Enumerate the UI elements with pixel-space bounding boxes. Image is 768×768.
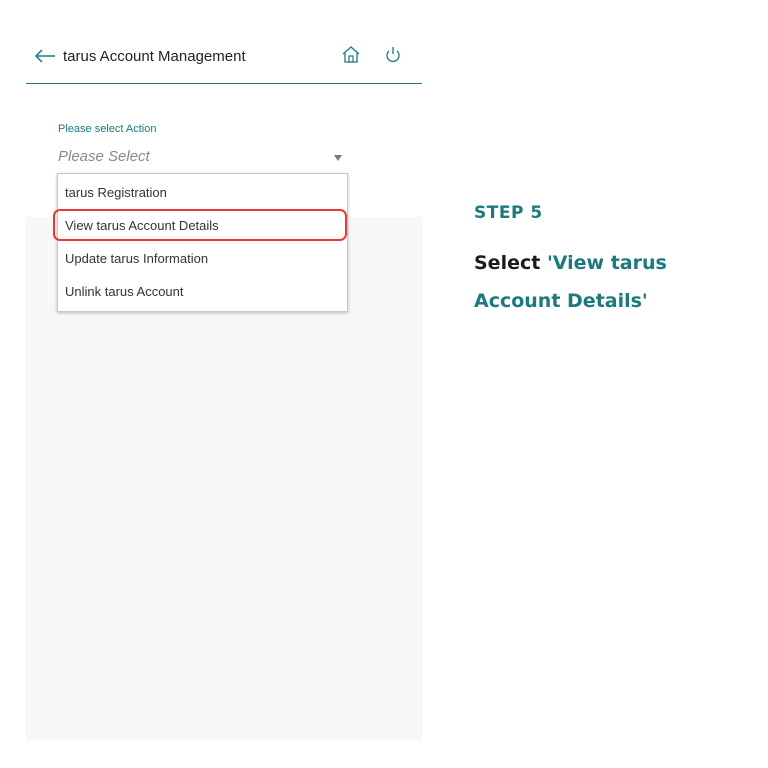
action-field-label: Please select Action: [58, 123, 157, 135]
step-label: STEP 5: [474, 203, 543, 223]
power-icon[interactable]: [382, 44, 404, 66]
option-view-account-details[interactable]: View tarus Account Details: [58, 209, 347, 242]
phone-screen: tarus Account Management Please select A…: [26, 35, 422, 740]
home-icon[interactable]: [340, 44, 362, 66]
option-unlink-account[interactable]: Unlink tarus Account: [58, 275, 347, 308]
option-update-information[interactable]: Update tarus Information: [58, 242, 347, 275]
instruction-text: Select 'View tarus Account Details': [474, 244, 744, 320]
action-select[interactable]: Please Select: [58, 143, 344, 169]
page-title: tarus Account Management: [63, 48, 246, 65]
instruction-prefix: Select: [474, 252, 547, 274]
action-dropdown-menu: tarus Registration View tarus Account De…: [57, 173, 348, 312]
option-tarus-registration[interactable]: tarus Registration: [58, 176, 347, 209]
chevron-down-icon: [334, 155, 342, 161]
app-header: tarus Account Management: [26, 35, 422, 84]
arrow-left-icon[interactable]: [34, 45, 56, 67]
select-value: Please Select: [58, 148, 150, 165]
